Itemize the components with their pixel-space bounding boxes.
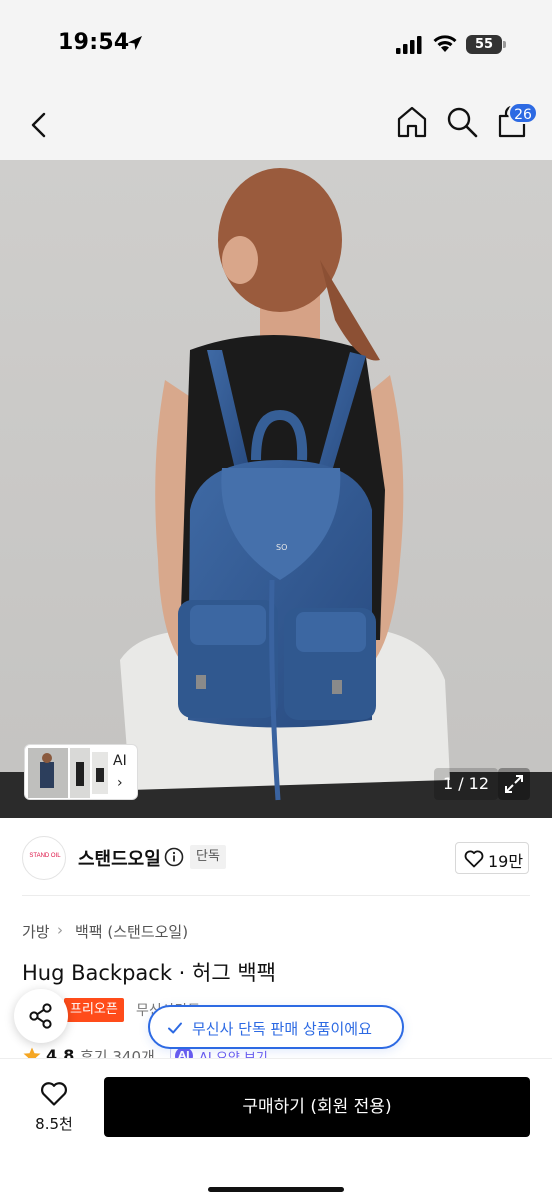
wishlist-count: 8.5천 <box>35 1115 73 1133</box>
cart-count-badge: 26 <box>508 102 538 124</box>
top-nav-bar: 26 <box>0 90 552 160</box>
battery-indicator: 55 <box>466 35 502 54</box>
bottom-action-bar: 8.5천 구매하기 (회원 전용) <box>0 1058 552 1200</box>
chevron-right-icon: › <box>117 775 123 791</box>
brand-name[interactable]: 스탠드오일 <box>78 845 161 871</box>
buy-button[interactable]: 구매하기 (회원 전용) <box>104 1077 530 1137</box>
wishlist-button[interactable]: 8.5천 <box>22 1077 86 1139</box>
ai-label: AI <box>113 753 127 769</box>
cellular-signal-icon <box>396 36 422 54</box>
brand-logo[interactable]: STAND OIL <box>22 836 66 880</box>
product-image-gallery[interactable]: SO AI › 1 / 12 <box>0 160 552 818</box>
toast-message: 무신사 단독 판매 상품이에요 <box>192 1020 372 1038</box>
status-bar: 19:54 55 <box>0 0 552 90</box>
search-icon[interactable] <box>444 104 480 140</box>
location-arrow-icon <box>128 36 142 50</box>
exclusive-badge: 단독 <box>190 845 226 869</box>
svg-text:SO: SO <box>276 543 287 552</box>
pre-open-badge: 프리오픈 <box>64 998 124 1022</box>
info-icon[interactable] <box>164 847 184 867</box>
check-icon <box>168 1022 182 1034</box>
image-counter: 1 / 12 <box>434 768 498 800</box>
share-icon <box>29 1003 52 1029</box>
heart-icon <box>464 850 484 868</box>
status-time: 19:54 <box>58 30 130 55</box>
product-photo: SO <box>0 160 552 818</box>
brand-like-count: 19만 <box>488 852 524 871</box>
breadcrumb-category[interactable]: 가방 <box>22 921 50 942</box>
ai-thumbnail-preview[interactable]: AI › <box>24 744 138 800</box>
breadcrumb-chevron-icon: › <box>57 921 63 939</box>
home-icon[interactable] <box>394 104 430 140</box>
exclusive-toast: 무신사 단독 판매 상품이에요 <box>148 1005 404 1049</box>
brand-like-button[interactable]: 19만 <box>455 842 529 874</box>
expand-icon[interactable] <box>498 768 530 800</box>
heart-icon <box>41 1082 67 1106</box>
battery-tip <box>503 41 506 48</box>
home-indicator <box>208 1187 344 1192</box>
breadcrumb-subcategory[interactable]: 백팩 (스탠드오일) <box>75 921 188 942</box>
wifi-icon <box>433 35 457 52</box>
brand-logo-text: STAND OIL <box>29 853 61 859</box>
share-button[interactable] <box>14 989 68 1043</box>
thumbnail-images <box>28 748 108 798</box>
back-arrow-icon[interactable] <box>22 108 56 142</box>
product-title: Hug Backpack · 허그 백팩 <box>22 961 276 985</box>
divider <box>22 895 530 896</box>
